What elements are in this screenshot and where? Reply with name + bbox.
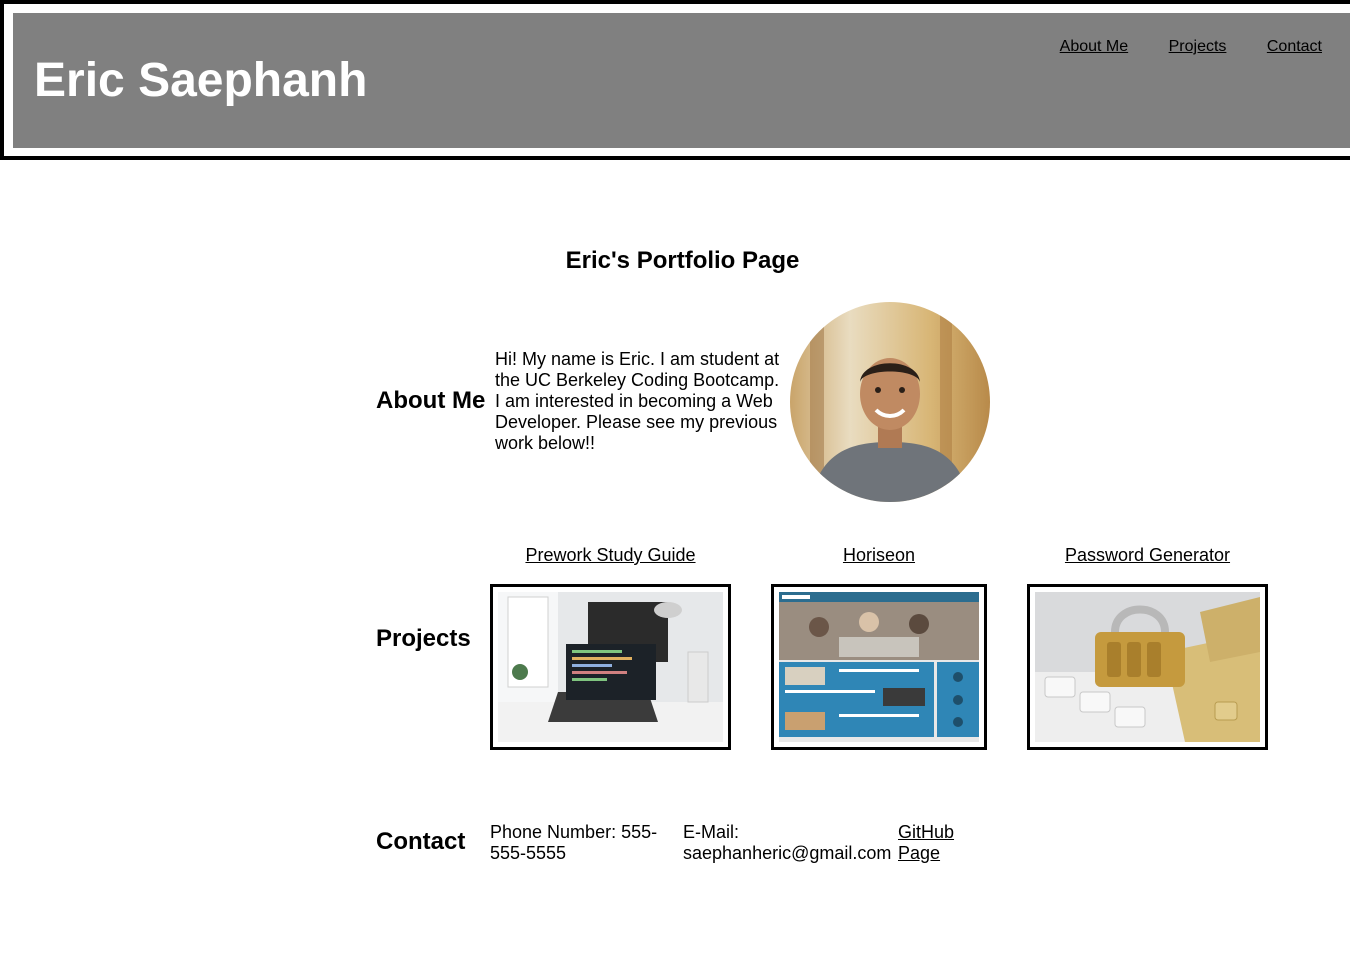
nav-link-about-me[interactable]: About Me	[1060, 38, 1128, 55]
projects-heading: Projects	[376, 625, 471, 652]
project-horiseon: Horiseon	[771, 545, 987, 566]
project-password-generator: Password Generator	[1027, 545, 1268, 566]
profile-photo	[790, 302, 990, 502]
project-link-horiseon[interactable]: Horiseon	[771, 545, 987, 566]
site-title: Eric Saephanh	[34, 54, 368, 107]
contact-email: E-Mail: saephanheric@gmail.com	[683, 822, 893, 864]
project-image-horiseon[interactable]	[771, 584, 987, 750]
project-image-password-generator[interactable]	[1027, 584, 1268, 750]
contact-email-address: saephanheric@gmail.com	[683, 843, 892, 863]
about-me-text: Hi! My name is Eric. I am student at the…	[495, 349, 780, 453]
about-me-heading: About Me	[376, 387, 486, 414]
contact-phone: Phone Number: 555-555-5555	[490, 822, 658, 863]
page-title: Eric's Portfolio Page	[565, 247, 800, 274]
contact-email-label: E-Mail:	[683, 822, 740, 842]
github-page-link[interactable]: GitHub Page	[898, 822, 954, 863]
contact-github: GitHub Page	[898, 822, 960, 864]
header-border: Eric Saephanh About Me Projects Contact	[0, 0, 1350, 160]
project-link-password-generator[interactable]: Password Generator	[1027, 545, 1268, 566]
project-prework-study-guide: Prework Study Guide	[490, 545, 731, 566]
project-image-prework-study-guide[interactable]	[490, 584, 731, 750]
nav-link-contact[interactable]: Contact	[1267, 38, 1322, 55]
header: Eric Saephanh About Me Projects Contact	[13, 13, 1350, 148]
nav-bar: About Me Projects Contact	[1024, 38, 1322, 56]
contact-heading: Contact	[376, 828, 466, 855]
nav-link-projects[interactable]: Projects	[1169, 38, 1227, 55]
project-link-prework-study-guide[interactable]: Prework Study Guide	[490, 545, 731, 566]
